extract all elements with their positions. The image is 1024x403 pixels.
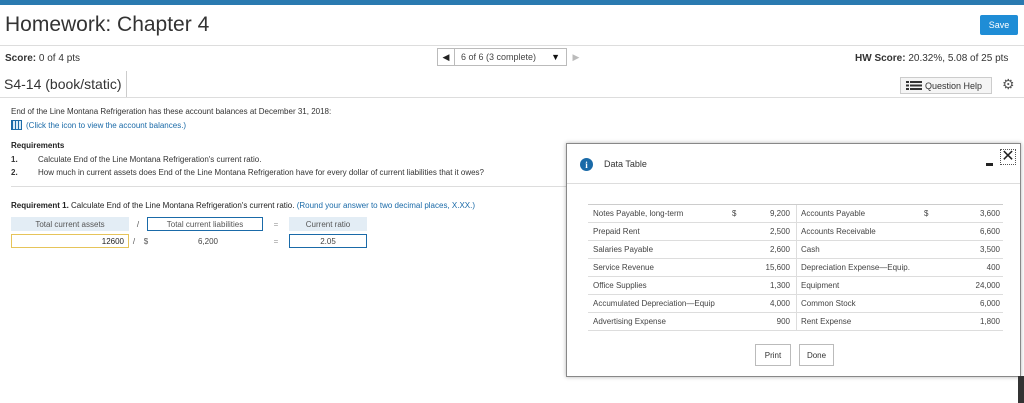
current-ratio-input[interactable]: 2.05 (289, 234, 367, 248)
header-equals-sign: = (273, 219, 279, 229)
requirement-1-prompt: Requirement 1. Calculate End of the Line… (11, 201, 475, 210)
question-select-value: 6 of 6 (3 complete) (461, 52, 537, 62)
account-name: Notes Payable, long-term (593, 209, 684, 218)
close-icon[interactable]: ✕ (1000, 149, 1016, 165)
account-amount: 4,000 (769, 299, 790, 308)
requirements-title: Requirements (11, 141, 65, 150)
requirement-item: 1. Calculate End of the Line Montana Refr… (11, 155, 261, 164)
header-divide-sign: / (136, 219, 140, 229)
divide-sign: / (132, 236, 136, 246)
currency-sign: $ (924, 209, 929, 218)
table-row: Notes Payable, long-term $ 9,200 Account… (588, 204, 1003, 223)
dialog-title: Data Table (604, 159, 647, 169)
requirement-number: 1. (11, 155, 18, 164)
table-row: Office Supplies 1,300 Equipment 24,000 (588, 276, 1003, 295)
page-title: Homework: Chapter 4 (5, 13, 210, 36)
requirement-text: How much in current assets does End of t… (38, 168, 485, 177)
header-total-current-liabilities: Total current liabilities (147, 217, 263, 231)
calc-value-row: 12600 / $ 6,200 = 2.05 (11, 234, 367, 248)
account-amount: 9,200 (769, 209, 790, 218)
hw-score-label: HW Score: (855, 53, 906, 64)
header-current-ratio: Current ratio (289, 217, 367, 231)
hw-score-value: 20.32%, 5.08 of 25 pts (908, 53, 1009, 64)
account-name: Depreciation Expense—Equip. (796, 258, 924, 277)
data-table-dialog: i Data Table ✕ Notes Payable, long-term … (566, 143, 1021, 377)
account-name: Common Stock (796, 294, 924, 313)
account-amount: 3,600 (979, 209, 1000, 218)
minimize-button[interactable] (986, 163, 993, 166)
total-current-liabilities-input[interactable]: 6,200 (153, 234, 263, 248)
table-row: Accumulated Depreciation—Equip 4,000 Com… (588, 294, 1003, 313)
next-question-button[interactable]: ▶ (567, 48, 585, 66)
header-total-current-assets: Total current assets (11, 217, 129, 231)
account-name: Accumulated Depreciation—Equip (593, 299, 715, 308)
account-amount: 2,600 (769, 245, 790, 254)
requirement-number: 2. (11, 168, 18, 177)
score-label: Score: (5, 53, 37, 64)
account-balances-link[interactable]: (Click the icon to view the account bala… (11, 120, 186, 130)
question-help-label: Question Help (925, 80, 983, 91)
list-icon (906, 81, 922, 90)
total-current-assets-input[interactable]: 12600 (11, 234, 129, 248)
calc-header-row: Total current assets / Total current lia… (11, 217, 367, 231)
question-intro: End of the Line Montana Refrigeration ha… (11, 107, 332, 116)
account-name: Advertising Expense (593, 317, 666, 326)
prev-question-button[interactable]: ◀ (437, 48, 455, 66)
window-edge (1018, 376, 1024, 403)
table-icon[interactable] (11, 120, 22, 130)
table-row: Service Revenue 15,600 Depreciation Expe… (588, 258, 1003, 277)
account-amount: 15,600 (765, 263, 790, 272)
rounding-hint: (Round your answer to two decimal places… (296, 201, 476, 210)
equals-sign: = (273, 236, 279, 246)
account-balances-table: Notes Payable, long-term $ 9,200 Account… (588, 204, 1003, 331)
account-amount: 2,500 (769, 227, 790, 236)
requirement-1-text: Calculate End of the Line Montana Refrig… (71, 201, 295, 210)
gear-icon[interactable]: ⚙ (1002, 76, 1015, 93)
account-name: Rent Expense (796, 312, 924, 331)
account-name: Office Supplies (593, 281, 647, 290)
requirement-item: 2. How much in current assets does End of… (11, 168, 484, 177)
account-name: Salaries Payable (593, 245, 654, 254)
account-amount: 24,000 (975, 281, 1000, 290)
top-accent-bar (0, 0, 1024, 5)
question-pager: ◀ 6 of 6 (3 complete) ▼ ▶ (437, 48, 585, 66)
table-row: Salaries Payable 2,600 Cash 3,500 (588, 240, 1003, 259)
account-name: Prepaid Rent (593, 227, 640, 236)
dialog-header: i Data Table ✕ (567, 144, 1020, 184)
question-select[interactable]: 6 of 6 (3 complete) ▼ (455, 48, 567, 66)
score: Score: 0 of 4 pts (5, 53, 80, 64)
score-value: 0 of 4 pts (38, 53, 81, 64)
divider (0, 97, 1024, 98)
account-balances-link-text[interactable]: (Click the icon to view the account bala… (26, 121, 186, 130)
question-id: S4-14 (book/static) (0, 71, 127, 97)
requirement-text: Calculate End of the Line Montana Refrig… (38, 155, 262, 164)
account-amount: 400 (986, 263, 1000, 272)
account-amount: 6,000 (979, 299, 1000, 308)
hw-score: HW Score: 20.32%, 5.08 of 25 pts (855, 53, 1008, 64)
info-icon: i (580, 158, 593, 171)
account-amount: 900 (776, 317, 790, 326)
account-amount: 6,600 (979, 227, 1000, 236)
account-amount: 1,800 (979, 317, 1000, 326)
save-button[interactable]: Save (980, 15, 1018, 35)
account-name: Accounts Payable (796, 204, 924, 223)
print-button[interactable]: Print (755, 344, 791, 366)
currency-sign: $ (732, 209, 737, 218)
account-amount: 1,300 (769, 281, 790, 290)
account-name: Service Revenue (593, 263, 654, 272)
requirement-1-label: Requirement 1. (11, 201, 69, 210)
table-row: Advertising Expense 900 Rent Expense 1,8… (588, 312, 1003, 331)
table-row: Prepaid Rent 2,500 Accounts Receivable 6… (588, 222, 1003, 241)
account-name: Cash (796, 240, 924, 259)
done-button[interactable]: Done (799, 344, 834, 366)
account-name: Accounts Receivable (796, 222, 924, 241)
divider (0, 45, 1024, 46)
account-name: Equipment (796, 276, 924, 295)
account-amount: 3,500 (979, 245, 1000, 254)
caret-down-icon: ▼ (551, 52, 560, 62)
divider (11, 186, 566, 187)
dollar-sign: $ (143, 236, 149, 246)
question-help-button[interactable]: Question Help (900, 77, 992, 94)
